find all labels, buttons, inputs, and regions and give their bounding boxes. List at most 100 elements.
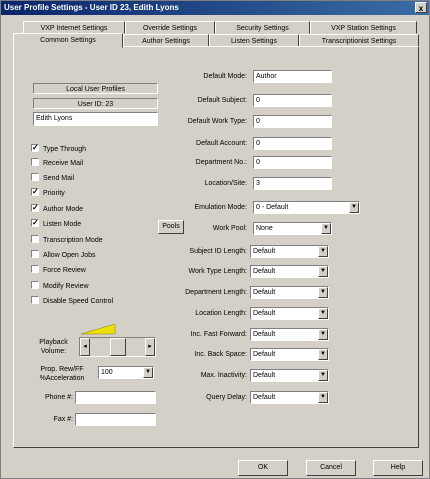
checkbox-label: Send Mail	[43, 175, 75, 182]
inc-back-space-select[interactable]: Default ▼	[250, 348, 329, 361]
fax-label: Fax #:	[53, 416, 73, 423]
max-inactivity-value: Default	[253, 372, 276, 379]
allow-open-jobs-checkbox[interactable]: Allow Open Jobs	[31, 250, 96, 261]
chevron-down-icon[interactable]: ▼	[318, 392, 328, 403]
query-delay-label: Query Delay:	[206, 394, 247, 401]
location-length-label: Location Length:	[195, 310, 247, 317]
location-site-label: Location/Site:	[204, 180, 247, 187]
subject-id-length-select[interactable]: Default ▼	[250, 245, 329, 258]
checkbox-box	[31, 296, 39, 304]
checkbox-label: Allow Open Jobs	[43, 252, 96, 259]
checkbox-box	[31, 173, 39, 181]
default-subject-label: Default Subject:	[197, 97, 247, 104]
tab-common-settings[interactable]: Common Settings	[13, 33, 123, 48]
chevron-down-icon[interactable]: ▼	[318, 246, 328, 257]
checkbox-box	[31, 281, 39, 289]
help-button[interactable]: Help	[373, 460, 423, 476]
type-through-checkbox[interactable]: Type Through	[31, 142, 86, 155]
department-no-field[interactable]: 0	[253, 156, 332, 169]
checkbox-box	[31, 235, 39, 243]
pools-button[interactable]: Pools	[158, 220, 184, 234]
query-delay-select[interactable]: Default ▼	[250, 391, 329, 404]
chevron-down-icon[interactable]: ▼	[318, 349, 328, 360]
chevron-down-icon[interactable]: ▼	[318, 329, 328, 340]
chevron-down-icon[interactable]: ▼	[318, 287, 328, 298]
inc-fast-forward-select[interactable]: Default ▼	[250, 328, 329, 341]
phone-label: Phone #:	[44, 394, 73, 401]
checkbox-label: Modify Review	[43, 283, 89, 290]
emulation-mode-select[interactable]: 0 - Default ▼	[253, 201, 360, 214]
prop-rew-label: Prop. Rew/FF %Acceleration	[27, 365, 97, 383]
tab-override-settings[interactable]: Override Settings	[125, 21, 215, 34]
close-icon: x	[418, 4, 424, 13]
max-inactivity-select[interactable]: Default ▼	[250, 369, 329, 382]
inc-fast-forward-value: Default	[253, 331, 276, 338]
chevron-down-icon[interactable]: ▼	[321, 223, 331, 234]
work-pool-label: Work Pool:	[212, 225, 247, 232]
transcription-mode-checkbox[interactable]: Transcription Mode	[31, 235, 103, 246]
default-mode-field[interactable]: Author	[253, 70, 332, 83]
inc-back-space-value: Default	[253, 351, 276, 358]
modify-review-checkbox[interactable]: Modify Review	[31, 281, 89, 292]
playback-volume-scrollbar[interactable]: ◂ ▸	[79, 337, 156, 357]
tab-vxp-station-settings[interactable]: VXP Station Settings	[310, 21, 417, 34]
department-length-label: Department Length:	[185, 289, 247, 296]
checkbox-label: Priority	[43, 190, 65, 197]
checkbox-box	[31, 202, 39, 213]
inc-fast-forward-label: Inc. Fast Forward:	[190, 331, 247, 338]
default-work-type-label: Default Work Type:	[187, 118, 247, 125]
prop-rew-select[interactable]: 100 ▼	[98, 366, 154, 379]
checkbox-label: Transcription Mode	[43, 237, 103, 244]
fax-field[interactable]	[75, 413, 156, 426]
work-pool-select[interactable]: None ▼	[253, 222, 332, 235]
tab-security-settings[interactable]: Security Settings	[215, 21, 310, 34]
playback-label-line2: Volume:	[40, 348, 67, 355]
cancel-button[interactable]: Cancel	[306, 460, 356, 476]
phone-field[interactable]	[75, 391, 156, 404]
default-subject-field[interactable]: 0	[253, 94, 332, 107]
inc-back-space-label: Inc. Back Space:	[194, 351, 247, 358]
scroll-right-button[interactable]: ▸	[145, 338, 155, 356]
subject-id-length-label: Subject ID Length:	[189, 248, 247, 255]
max-inactivity-label: Max. Inactivity:	[200, 372, 247, 379]
chevron-down-icon[interactable]: ▼	[349, 202, 359, 213]
scroll-thumb[interactable]	[110, 338, 126, 356]
emulation-mode-value: 0 - Default	[256, 204, 289, 211]
checkbox-label: Receive Mail	[43, 160, 84, 167]
default-work-type-field[interactable]: 0	[253, 115, 332, 128]
query-delay-value: Default	[253, 394, 276, 401]
scroll-left-button[interactable]: ◂	[80, 338, 90, 356]
checkbox-box	[31, 250, 39, 258]
location-site-field[interactable]: 3	[253, 177, 332, 190]
listen-mode-checkbox[interactable]: Listen Mode	[31, 217, 82, 230]
user-name-field[interactable]: Edith Lyons	[33, 112, 158, 126]
chevron-down-icon[interactable]: ▼	[318, 308, 328, 319]
prop-rew-label-line2: %Acceleration	[39, 375, 85, 382]
ok-button[interactable]: OK	[238, 460, 288, 476]
priority-checkbox[interactable]: Priority	[31, 186, 65, 199]
user-profile-dialog: User Profile Settings - User ID 23, Edit…	[0, 0, 430, 479]
send-mail-checkbox[interactable]: Send Mail	[31, 173, 74, 184]
location-length-select[interactable]: Default ▼	[250, 307, 329, 320]
user-id-label: User ID: 23	[33, 98, 158, 109]
chevron-down-icon[interactable]: ▼	[318, 370, 328, 381]
playback-label-line1: Playback	[39, 339, 68, 346]
force-review-checkbox[interactable]: Force Review	[31, 265, 86, 276]
close-button[interactable]: x	[415, 2, 427, 13]
chevron-down-icon[interactable]: ▼	[143, 367, 153, 378]
disable-speed-control-checkbox[interactable]: Disable Speed Control	[31, 296, 113, 307]
default-mode-label: Default Mode:	[203, 73, 247, 80]
author-mode-checkbox[interactable]: Author Mode	[31, 202, 83, 215]
department-length-select[interactable]: Default ▼	[250, 286, 329, 299]
default-account-field[interactable]: 0	[253, 137, 332, 150]
checkbox-label: Disable Speed Control	[43, 298, 114, 305]
volume-level-icon	[81, 324, 116, 335]
checkbox-label: Listen Mode	[43, 221, 82, 228]
receive-mail-checkbox[interactable]: Receive Mail	[31, 158, 83, 169]
work-type-length-value: Default	[253, 268, 276, 275]
window-title: User Profile Settings - User ID 23, Edit…	[4, 3, 179, 12]
work-type-length-label: Work Type Length:	[188, 268, 248, 275]
playback-volume-label: Playback Volume:	[31, 338, 76, 356]
chevron-down-icon[interactable]: ▼	[318, 266, 328, 277]
work-type-length-select[interactable]: Default ▼	[250, 265, 329, 278]
